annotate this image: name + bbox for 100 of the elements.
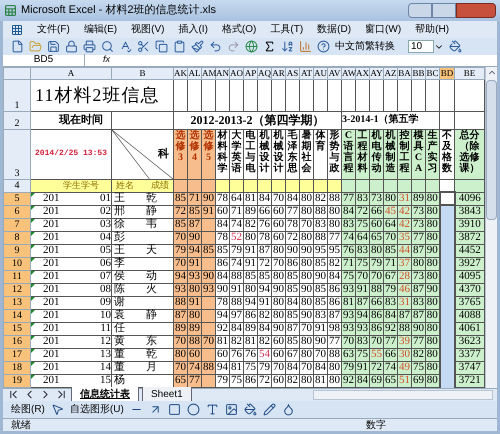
minimize-button[interactable] [408, 3, 432, 18]
error-triangle-icon [31, 258, 35, 262]
font-size-field[interactable]: 10 [408, 40, 434, 54]
column-header[interactable]: AT [300, 67, 314, 80]
column-header[interactable]: AP [244, 67, 258, 80]
column-header[interactable]: AN [216, 67, 230, 80]
spelling-icon[interactable] [119, 40, 132, 54]
rectangle-icon[interactable] [168, 402, 181, 416]
new-icon[interactable] [11, 40, 24, 54]
column-header[interactable]: BD [440, 67, 454, 80]
column-header[interactable]: AS [286, 67, 300, 80]
name-box[interactable]: BD5 [3, 54, 85, 66]
scroll-thumb[interactable] [486, 80, 497, 220]
convert-button[interactable]: 中文简繁转换 [335, 39, 395, 54]
column-header[interactable]: AK [174, 67, 188, 80]
row-header[interactable]: 8 [4, 231, 30, 244]
column-header[interactable]: BA [398, 67, 412, 80]
subject-header: 机电传动 [370, 129, 384, 180]
chart-icon[interactable] [299, 40, 312, 54]
line-color-icon[interactable] [262, 402, 276, 416]
globe-icon[interactable] [245, 40, 258, 54]
image-icon[interactable] [224, 402, 238, 416]
lock-icon[interactable] [65, 40, 78, 54]
save-icon[interactable] [47, 40, 60, 54]
column-header[interactable]: BC [426, 67, 440, 80]
row-header[interactable]: 12 [4, 283, 30, 296]
textbox-icon[interactable] [206, 402, 219, 416]
row-header[interactable]: 13 [4, 296, 30, 310]
column-header[interactable]: AQ [258, 67, 272, 80]
student-id-end: 09 [100, 297, 111, 308]
oval-icon[interactable] [186, 402, 200, 416]
menu-item[interactable]: 编辑(E) [84, 22, 118, 38]
student-id-end: 02 [100, 206, 111, 218]
row-header[interactable]: 7 [4, 218, 30, 232]
vertical-scrollbar[interactable] [485, 66, 497, 388]
close-button[interactable] [456, 3, 496, 18]
row-header[interactable]: 4 [4, 179, 30, 192]
column-header[interactable]: AU [314, 67, 328, 80]
pointer-icon[interactable] [50, 402, 64, 416]
column-header[interactable]: BB [412, 67, 426, 80]
preview-icon[interactable] [101, 40, 114, 54]
print-icon[interactable] [83, 40, 96, 54]
sum-icon[interactable] [263, 40, 276, 54]
row-header[interactable]: 10 [4, 257, 30, 270]
paste-icon[interactable] [173, 40, 186, 54]
student-name-end: 东 [146, 336, 157, 348]
row-header[interactable]: 17 [4, 348, 30, 362]
menu-item[interactable]: 格式(O) [222, 22, 256, 38]
draw-menu[interactable]: 绘图(R) [11, 402, 45, 417]
fill-color-icon[interactable] [244, 402, 257, 416]
row-header[interactable]: 1 [4, 79, 30, 112]
row-header[interactable]: 5 [4, 192, 30, 206]
sort-icon[interactable] [281, 40, 294, 54]
column-header[interactable]: AM [202, 67, 216, 80]
column-header[interactable]: AV [328, 67, 342, 80]
autoshapes-menu[interactable]: 自选图形(U) [70, 402, 124, 417]
selected-cell[interactable] [440, 374, 454, 388]
horizontal-scrollbar[interactable] [313, 390, 493, 400]
undo-icon[interactable] [209, 40, 222, 54]
row-header[interactable]: 9 [4, 244, 30, 258]
row-header[interactable]: 19 [4, 374, 30, 388]
menu-item[interactable]: 视图(V) [131, 22, 164, 38]
column-header[interactable]: AL [188, 67, 202, 80]
row-header[interactable]: 2 [4, 111, 30, 130]
column-header[interactable]: AR [272, 67, 286, 80]
workbook-icon[interactable] [11, 24, 23, 36]
row-header[interactable]: 16 [4, 335, 30, 348]
row-header[interactable]: 11 [4, 270, 30, 284]
menu-item[interactable]: 帮助(H) [415, 22, 450, 38]
menu-item[interactable]: 工具(T) [270, 22, 304, 38]
menu-item[interactable]: 文件(F) [37, 22, 70, 38]
row-header[interactable]: 15 [4, 322, 30, 336]
column-header[interactable]: AX [356, 67, 370, 80]
row-header[interactable]: 18 [4, 361, 30, 374]
window-title: Microsoft Excel - 材料2班的信息统计.xls [21, 2, 216, 18]
help-icon[interactable] [317, 40, 330, 54]
brush-icon[interactable] [191, 40, 204, 54]
error-triangle-icon [31, 296, 35, 301]
menu-item[interactable]: 窗口(W) [365, 22, 402, 38]
menu-item[interactable]: 数据(D) [317, 22, 352, 38]
row-header[interactable]: 6 [4, 205, 30, 218]
row-header[interactable]: 3 [4, 129, 30, 180]
subject-header: 不及格数 [440, 129, 454, 180]
menu-item[interactable]: 插入(I) [178, 22, 208, 38]
cut-icon[interactable] [137, 40, 150, 54]
column-header[interactable]: BE [454, 67, 484, 80]
column-header[interactable]: AY [370, 67, 384, 80]
column-header[interactable]: A [30, 67, 112, 80]
selected-cell[interactable] [440, 205, 454, 218]
maximize-button[interactable] [432, 3, 456, 18]
active-cell[interactable] [440, 192, 454, 206]
column-header[interactable]: AW [342, 67, 356, 80]
font-color-icon[interactable] [282, 402, 295, 416]
fill-icon[interactable] [449, 40, 462, 54]
student-id: 201 [43, 193, 60, 204]
column-header[interactable]: AZ [384, 67, 398, 80]
column-header[interactable]: B [112, 67, 174, 80]
column-header[interactable]: AO [230, 67, 244, 80]
row-header[interactable]: 14 [4, 309, 30, 322]
copy-icon[interactable] [155, 40, 168, 54]
